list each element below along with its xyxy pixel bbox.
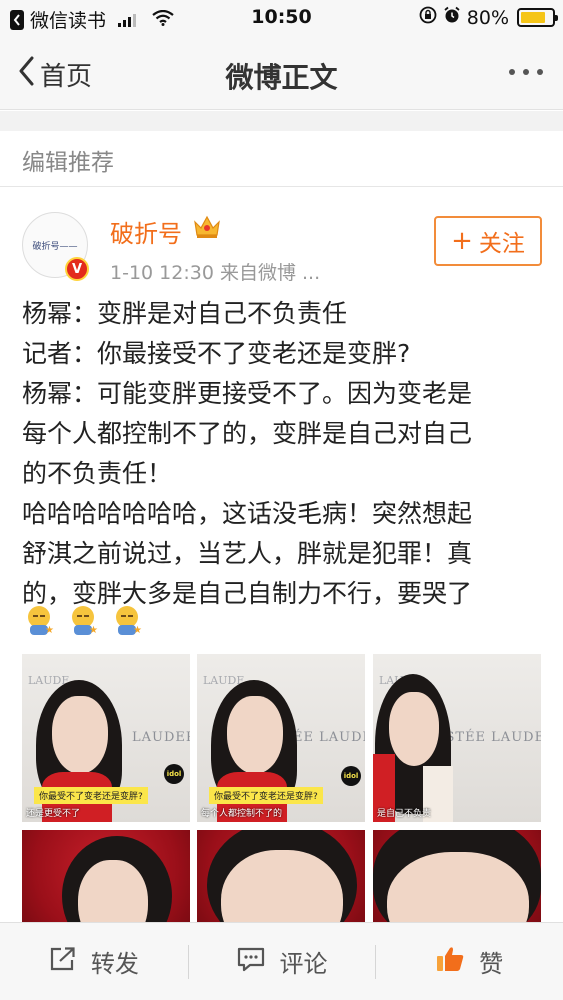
like-button[interactable]: 赞 [375, 923, 563, 1000]
sad-face-icon: ★ [26, 606, 54, 636]
post-line: 杨幂：可能变胖更接受不了。因为变老是 [22, 379, 473, 408]
post-line: 每个人都控制不了的，变胖是自己对自己 [22, 419, 473, 448]
bottom-toolbar: 转发 评论 赞 [0, 922, 563, 1000]
battery-percent: 80% [466, 6, 509, 29]
brand-watermark: LAUDER [132, 730, 190, 745]
orientation-lock-icon [419, 6, 437, 29]
subtitle-text: 还是更受不了 [26, 809, 81, 819]
post-line: 的不负责任！ [22, 459, 173, 488]
post-line: 哈哈哈哈哈哈哈，这话没毛病！突然想起 [22, 499, 473, 528]
post-image-4[interactable] [22, 830, 190, 926]
post-image-3[interactable]: LAUDE ESTÉE LAUDER 是自己不负责 [373, 654, 541, 822]
battery-icon [517, 8, 558, 27]
follow-label: 关注 [478, 231, 525, 257]
post-line: 舒淇之前说过，当艺人，胖就是犯罪！真 [22, 539, 473, 568]
vip-crown-icon [193, 214, 221, 240]
comment-label: 评论 [279, 950, 328, 978]
post-line: 记者：你最接受不了变老还是变胖? [22, 339, 411, 368]
status-right: 80% [419, 6, 558, 29]
verified-badge-icon: V [65, 257, 89, 281]
idol-logo: idol [341, 766, 361, 786]
comment-icon [236, 946, 266, 978]
brand-watermark: ÉE LAUDER [293, 730, 365, 745]
emoji-row: ★ ★ ★ [26, 606, 142, 636]
page-title: 微博正文 [225, 61, 338, 94]
idol-logo: idol [164, 764, 184, 784]
like-label: 赞 [479, 950, 504, 978]
avatar-text: 破折号—— [32, 241, 78, 252]
subtitle-box: 你最受不了变老还是变胖? [209, 787, 323, 804]
sad-face-icon: ★ [70, 606, 98, 636]
sad-face-icon: ★ [114, 606, 142, 636]
post-image-1[interactable]: LAUDE LAUDER idol 你最受不了变老还是变胖? 还是更受不了 [22, 654, 190, 822]
nav-bar: 首页 微博正文 [0, 38, 563, 110]
follow-button[interactable]: + 关注 [434, 216, 542, 266]
post-image-6[interactable] [373, 830, 541, 926]
section-header: 编辑推荐 [0, 131, 563, 187]
repost-label: 转发 [90, 950, 139, 978]
share-icon [49, 946, 77, 978]
subtitle-text: 每个人都控制不了的 [201, 809, 283, 819]
post-meta: 1-10 12:30 来自微博 ... [110, 262, 321, 284]
status-bar: 微信读书 10:50 80% [0, 0, 563, 38]
thumbs-up-icon [435, 945, 465, 979]
section-title: 编辑推荐 [22, 150, 114, 176]
section-divider [0, 111, 563, 131]
alarm-icon [443, 6, 461, 29]
author-name[interactable]: 破折号 [110, 214, 182, 249]
comment-button[interactable]: 评论 [187, 923, 376, 1000]
subtitle-text: 是自己不负责 [377, 809, 432, 819]
plus-icon: + [451, 226, 473, 256]
post-image-5[interactable] [197, 830, 365, 926]
post-line: 杨幂：变胖是对自己不负责任 [22, 299, 348, 328]
post-image-2[interactable]: LAUDE ÉE LAUDER idol 你最受不了变老还是变胖? 每个人都控制… [197, 654, 365, 822]
subtitle-box: 你最受不了变老还是变胖? [34, 787, 148, 804]
more-options-icon[interactable] [509, 58, 543, 86]
repost-button[interactable]: 转发 [0, 923, 188, 1000]
post-text: 杨幂：变胖是对自己不负责任 记者：你最接受不了变老还是变胖? 杨幂：可能变胖更接… [22, 294, 542, 614]
